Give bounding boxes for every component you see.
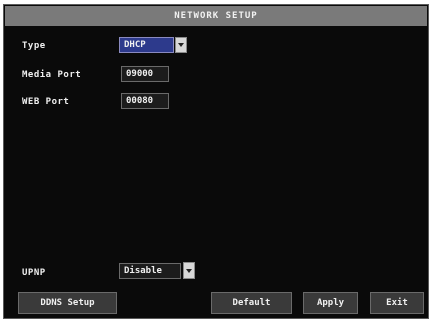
media-port-input[interactable]: 09000 bbox=[121, 66, 169, 82]
type-select[interactable]: DHCP bbox=[119, 37, 174, 53]
media-port-label: Media Port bbox=[22, 70, 82, 80]
web-port-label: WEB Port bbox=[22, 97, 70, 107]
default-button[interactable]: Default bbox=[211, 292, 292, 314]
ddns-setup-button[interactable]: DDNS Setup bbox=[18, 292, 117, 314]
type-dropdown-button[interactable] bbox=[175, 37, 187, 53]
network-setup-window bbox=[3, 4, 429, 319]
web-port-input[interactable]: 00080 bbox=[121, 93, 169, 109]
upnp-label: UPNP bbox=[22, 268, 46, 278]
chevron-down-icon bbox=[186, 268, 192, 273]
exit-button[interactable]: Exit bbox=[370, 292, 424, 314]
window-title: NETWORK SETUP bbox=[5, 6, 427, 26]
chevron-down-icon bbox=[178, 43, 184, 47]
upnp-select[interactable]: Disable bbox=[119, 263, 181, 279]
type-label: Type bbox=[22, 41, 46, 51]
apply-button[interactable]: Apply bbox=[303, 292, 358, 314]
upnp-dropdown-button[interactable] bbox=[183, 262, 195, 279]
